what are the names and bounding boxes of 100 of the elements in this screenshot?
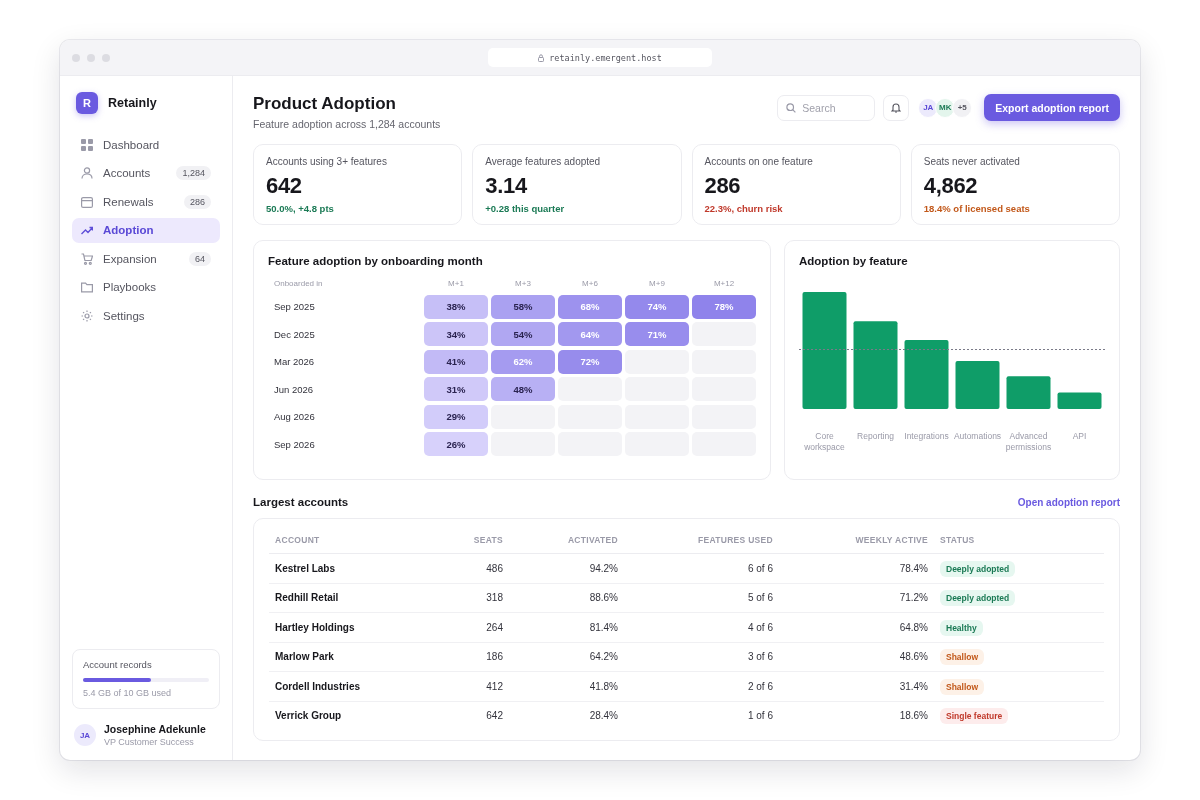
heatmap-cell: 68% — [558, 294, 622, 319]
report-link[interactable]: Open adoption report — [1017, 496, 1120, 508]
heatmap-cell: 38% — [424, 294, 488, 319]
table-cell: 81.4% — [509, 612, 624, 642]
table-cell: 64.2% — [509, 642, 624, 672]
nav-item[interactable]: Expansion 64 — [72, 246, 220, 271]
table-cell: 88.6% — [509, 583, 624, 613]
table-cell: 6 of 6 — [624, 553, 779, 583]
column-header: M+6 — [581, 279, 599, 290]
nav-item[interactable]: Adoption — [72, 217, 220, 243]
table-cell: 642 — [429, 701, 509, 730]
stat-value: 642 — [266, 173, 303, 199]
table-cell: 186 — [429, 642, 509, 672]
column-header: M+12 — [712, 279, 736, 290]
table-cell: Marlow Park — [269, 642, 429, 672]
table-cell: 1 of 6 — [624, 701, 779, 730]
column-header: M+3 — [514, 279, 532, 290]
row-label: Jun 2026 — [273, 383, 315, 395]
column-header: ACCOUNT — [269, 525, 429, 554]
heatmap-cell: 78% — [692, 294, 756, 319]
user-avatar[interactable]: JA — [918, 97, 939, 118]
column-header: M+9 — [648, 279, 666, 290]
stat-delta: 50.0%, +4.8 pts — [266, 203, 335, 214]
stat-delta: 22.3%, churn risk — [704, 203, 784, 214]
export-button[interactable]: Export adoption report — [984, 94, 1120, 121]
table-cell: 31.4% — [779, 671, 934, 701]
category-label: Automations — [952, 431, 1003, 443]
heatmap-cell: 64% — [558, 322, 622, 346]
notifications-button[interactable] — [883, 94, 910, 121]
stat-value: 3.14 — [485, 173, 528, 199]
category-label: Core workspace — [803, 431, 846, 454]
table-cell: Redhill Retail — [269, 583, 429, 613]
grid-icon — [81, 138, 93, 151]
trend-icon — [81, 224, 93, 236]
nav-item[interactable]: Renewals 286 — [72, 189, 220, 214]
card-title: Feature adoption by onboarding month — [268, 255, 484, 267]
count-badge: 64 — [189, 251, 211, 266]
lock-icon — [538, 53, 545, 62]
address-bar[interactable]: retainly.emergent.host — [488, 48, 712, 67]
calendar-icon — [81, 195, 93, 208]
nav-item[interactable]: Accounts 1,284 — [72, 160, 220, 186]
stat-delta: 18.4% of licensed seats — [923, 203, 1031, 214]
column-header: WEEKLY ACTIVE — [779, 525, 934, 554]
heatmap-cell: 48% — [491, 377, 555, 401]
user-name: Josephine Adekunle — [104, 723, 206, 735]
user-avatar[interactable]: +5 — [952, 97, 973, 118]
status-badge: Deeply adopted — [940, 590, 1016, 607]
status-badge: Healthy — [940, 619, 983, 636]
table-cell: 78.4% — [779, 553, 934, 583]
column-header: FEATURES USED — [624, 525, 779, 554]
storage-title: Account records — [83, 659, 153, 670]
table-cell: Verrick Group — [269, 701, 429, 730]
heatmap-cell: 74% — [625, 294, 689, 319]
nav-item[interactable]: Settings — [72, 303, 220, 328]
brand-name: Retainly — [108, 96, 157, 110]
bar — [1006, 376, 1051, 409]
section-title: Largest accounts — [253, 496, 349, 508]
row-label: Dec 2025 — [273, 328, 316, 340]
column-header: SEATS — [429, 525, 509, 554]
table-cell: 28.4% — [509, 701, 624, 730]
column-header: M+1 — [447, 279, 465, 290]
cart-icon — [81, 252, 93, 265]
stat-value: 286 — [704, 173, 742, 199]
window-dot[interactable] — [72, 53, 80, 62]
window-dot[interactable] — [102, 53, 110, 62]
person-icon — [81, 167, 93, 179]
table-cell: 94.2% — [509, 553, 624, 583]
table-cell: 318 — [429, 583, 509, 613]
window-dot[interactable] — [87, 53, 95, 62]
bar — [955, 361, 1000, 409]
nav-item[interactable]: Dashboard — [72, 132, 220, 157]
heatmap-cell: 62% — [491, 349, 555, 374]
count-badge: 286 — [183, 194, 211, 209]
table-cell: Hartley Holdings — [269, 612, 429, 642]
user-avatar: JA — [74, 724, 96, 746]
table-cell: 4 of 6 — [624, 612, 779, 642]
nav-item[interactable]: Playbooks — [72, 274, 220, 300]
status-badge: Shallow — [940, 678, 985, 695]
stat-value: 4,862 — [923, 173, 979, 199]
stat-label: Accounts using 3+ features — [266, 156, 388, 167]
heatmap-cell: 72% — [558, 349, 622, 374]
user-role: VP Customer Success — [104, 737, 195, 747]
storage-caption: 5.4 GB of 10 GB used — [83, 688, 173, 698]
row-label: Aug 2026 — [273, 411, 316, 422]
category-label: API — [1071, 431, 1088, 443]
table-cell: 5 of 6 — [624, 583, 779, 613]
stat-label: Seats never activated — [923, 156, 1021, 167]
table-cell: 71.2% — [779, 583, 934, 613]
row-label: Sep 2025 — [273, 301, 316, 312]
heatmap-cell: 31% — [424, 377, 488, 401]
table-cell: 264 — [429, 612, 509, 642]
table-cell: 2 of 6 — [624, 671, 779, 701]
status-badge: Deeply adopted — [940, 560, 1016, 577]
heatmap-cell: 58% — [491, 294, 555, 319]
status-badge: Shallow — [940, 649, 985, 666]
user-avatar[interactable]: MK — [935, 97, 956, 118]
column-header: ACTIVATED — [509, 525, 624, 554]
category-label: Advanced permissions — [1004, 431, 1053, 454]
bell-icon — [891, 102, 902, 113]
search-field[interactable]: Search — [777, 94, 876, 121]
